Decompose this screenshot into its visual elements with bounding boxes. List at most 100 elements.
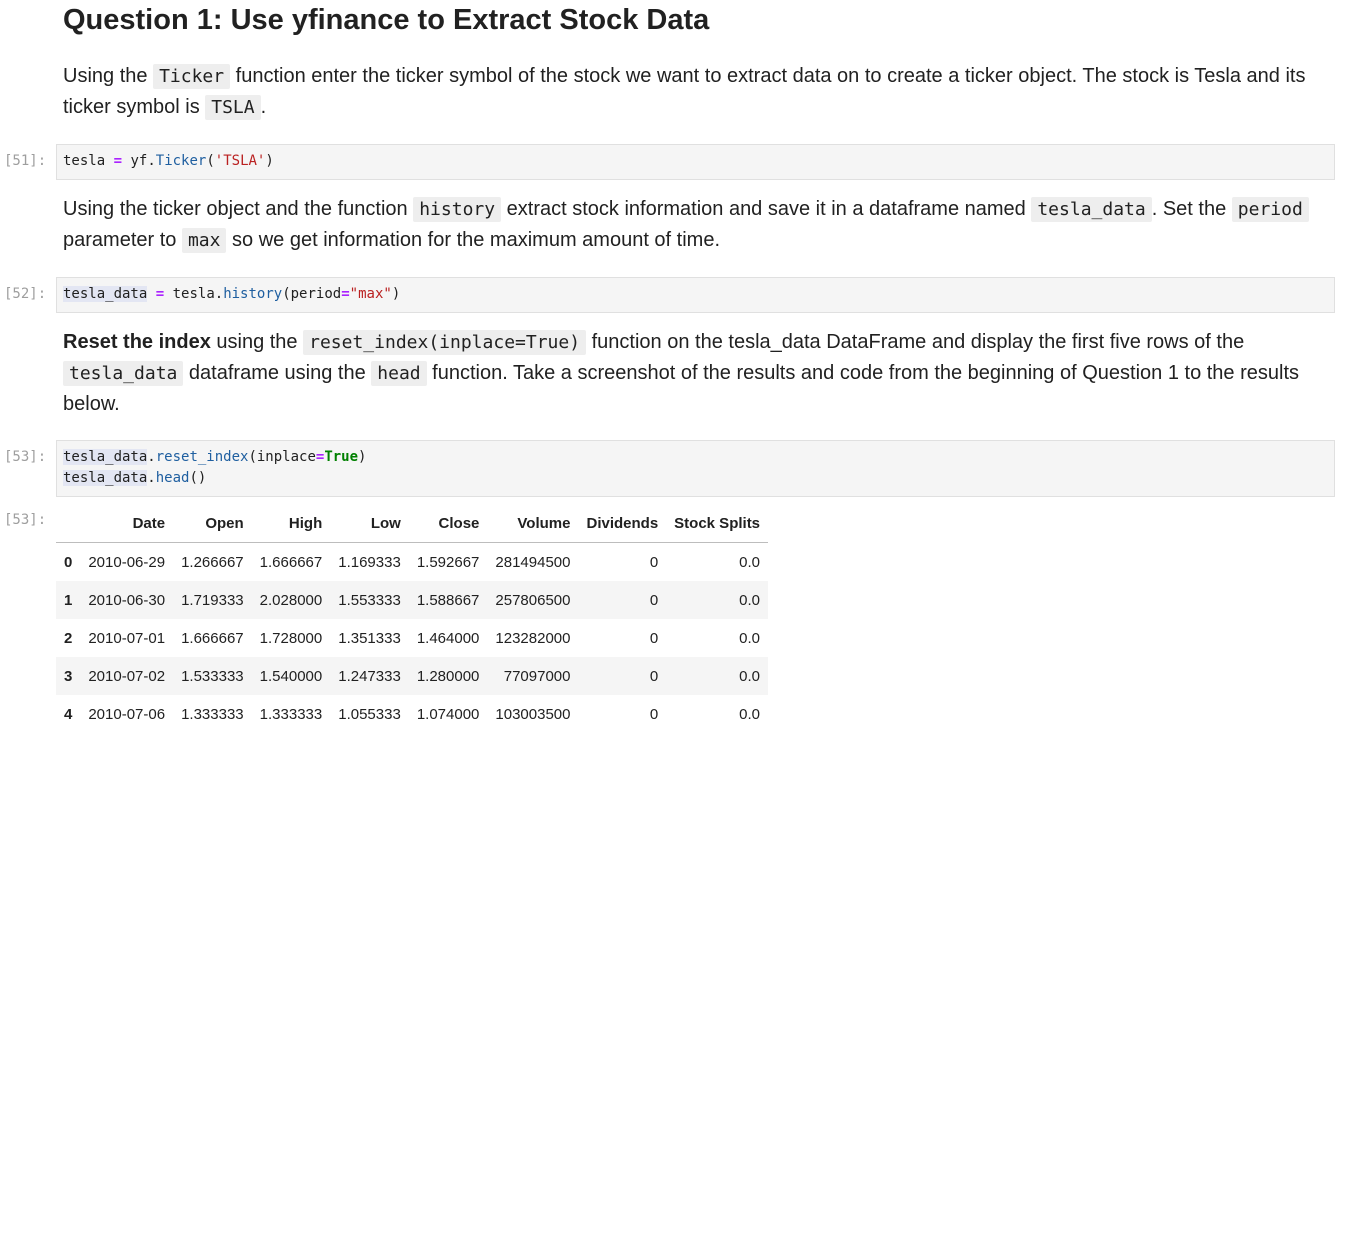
dataframe-output-table: Date Open High Low Close Volume Dividends Stock…	[56, 504, 769, 734]
paragraph-text: using the	[210, 331, 304, 353]
table-cell: 1.055333	[338, 705, 401, 723]
table-cell: 0.0	[739, 553, 761, 571]
inline-code-tsla: TSLA	[205, 95, 261, 120]
execution-count-52: [52]:	[4, 286, 47, 302]
inline-code-max: max	[181, 228, 227, 253]
table-cell: 0	[649, 629, 659, 647]
paragraph-text: Using the ticker object and the function	[63, 198, 414, 220]
execution-count-51: [51]:	[4, 153, 47, 169]
table-cell: 1.464000	[416, 629, 480, 647]
table-cell: 1.666667	[259, 553, 323, 571]
table-cell: 1.588667	[416, 591, 480, 609]
table-cell: 2010-06-30	[88, 591, 166, 609]
code-function: reset_index	[155, 449, 249, 465]
code-token: tesla.	[172, 286, 224, 302]
inline-code-tesla-data: tesla_data	[1031, 197, 1152, 222]
paragraph-text: . Set the	[1151, 198, 1232, 220]
column-header: High	[251, 504, 331, 543]
column-header: Open	[173, 504, 252, 543]
code-token: )	[391, 286, 401, 302]
code-operator: =	[113, 153, 123, 169]
table-cell: 103003500	[495, 705, 571, 723]
code-function: head	[155, 470, 190, 486]
code-string: "max"	[349, 286, 392, 302]
code-token: ()	[189, 470, 207, 486]
code-cell-52[interactable]: tesla_data = tesla.history(period="max")	[56, 277, 1335, 313]
column-header: Volume	[487, 504, 579, 543]
paragraph-text: so we get information for the maximum am…	[226, 229, 721, 251]
table-cell: 1.169333	[338, 553, 401, 571]
table-cell: 0	[649, 591, 659, 609]
table-cell: 1.266667	[181, 553, 244, 571]
code-token: (	[206, 153, 215, 169]
table-row: 4 2010-07-06 1.333333 1.333333 1.055333 1.074…	[56, 695, 768, 733]
inline-code-ticker: Ticker	[153, 64, 231, 89]
inline-code-head: head	[371, 361, 427, 386]
row-index: 2	[64, 629, 73, 647]
table-cell: 281494500	[495, 553, 571, 571]
row-index: 0	[64, 553, 73, 571]
table-cell: 123282000	[495, 629, 571, 647]
paragraph-text: Using the	[63, 65, 154, 87]
column-header: Low	[330, 504, 409, 543]
code-token: (inplace	[248, 449, 316, 465]
inline-code-tesla-data: tesla_data	[63, 361, 184, 386]
table-cell: 2.028000	[259, 591, 323, 609]
table-cell: 0	[649, 667, 659, 685]
question-heading: Question 1: Use yfinance to Extract Stoc…	[63, 4, 710, 36]
table-cell: 1.540000	[259, 667, 323, 685]
table-row: 1 2010-06-30 1.719333 2.028000 1.553333 1.588…	[56, 581, 769, 619]
table-cell: 0.0	[739, 629, 761, 647]
column-header: Stock Splits	[666, 504, 769, 543]
code-operator: =	[341, 286, 350, 302]
table-row: 2 2010-07-01 1.666667 1.728000 1.351333 1.464…	[56, 619, 768, 657]
table-cell: 0	[649, 553, 659, 571]
code-function: history	[223, 286, 283, 302]
code-token: .	[147, 449, 156, 465]
table-cell: 1.280000	[416, 667, 480, 685]
paragraph-text: function on the tesla_data DataFrame and…	[586, 331, 1245, 353]
bold-text: Reset the index	[63, 331, 211, 353]
table-body: 0 2010-06-29 1.266667 1.666667 1.169333 1.592…	[56, 543, 769, 734]
paragraph-text: dataframe using the	[183, 362, 372, 384]
paragraph-text: parameter to	[63, 229, 182, 251]
code-token: tesla	[63, 153, 106, 169]
column-header: Date	[80, 504, 174, 543]
code-variable-highlight: tesla_data	[63, 449, 148, 465]
table-cell: 1.333333	[181, 705, 244, 723]
table-cell: 0.0	[739, 667, 761, 685]
code-operator: =	[155, 286, 165, 302]
row-index: 3	[64, 667, 73, 685]
table-cell: 1.074000	[416, 705, 480, 723]
code-variable-highlight: tesla_data	[63, 470, 148, 486]
code-token: yf.	[130, 153, 156, 169]
execution-count-53: [53]:	[4, 449, 47, 465]
table-cell: 1.533333	[181, 667, 244, 685]
table-cell: 2010-06-29	[88, 553, 166, 571]
table-cell: 2010-07-06	[88, 705, 166, 723]
paragraph-text: .	[260, 96, 267, 118]
table-cell: 0.0	[739, 591, 761, 609]
markdown-cell-history-instructions: Using the ticker object and the function…	[63, 194, 1323, 256]
inline-code-period: period	[1231, 197, 1309, 222]
table-cell: 1.333333	[259, 705, 323, 723]
index-header	[56, 504, 81, 543]
table-cell: 1.719333	[181, 591, 244, 609]
table-header-row: Date Open High Low Close Volume Dividends Stock…	[56, 504, 769, 543]
table-cell: 2010-07-02	[88, 667, 166, 685]
table-cell: 257806500	[495, 591, 571, 609]
table-cell: 77097000	[503, 667, 571, 685]
code-token: )	[265, 153, 274, 169]
code-cell-51[interactable]: tesla = yf.Ticker('TSLA')	[56, 144, 1335, 180]
output-count-53: [53]:	[4, 512, 47, 528]
code-cell-53[interactable]: tesla_data.reset_index(inplace=True) tes…	[56, 440, 1335, 497]
inline-code-history: history	[413, 197, 502, 222]
markdown-cell-ticker-instructions: Using the Ticker function enter the tick…	[63, 61, 1323, 123]
code-token: )	[358, 449, 367, 465]
table-cell: 1.553333	[338, 591, 401, 609]
table-cell: 0	[649, 705, 659, 723]
table-cell: 1.592667	[416, 553, 480, 571]
table-row: 3 2010-07-02 1.533333 1.540000 1.247333 1.280…	[56, 657, 769, 695]
inline-code-reset-index: reset_index(inplace=True)	[303, 330, 587, 355]
column-header: Dividends	[578, 504, 667, 543]
